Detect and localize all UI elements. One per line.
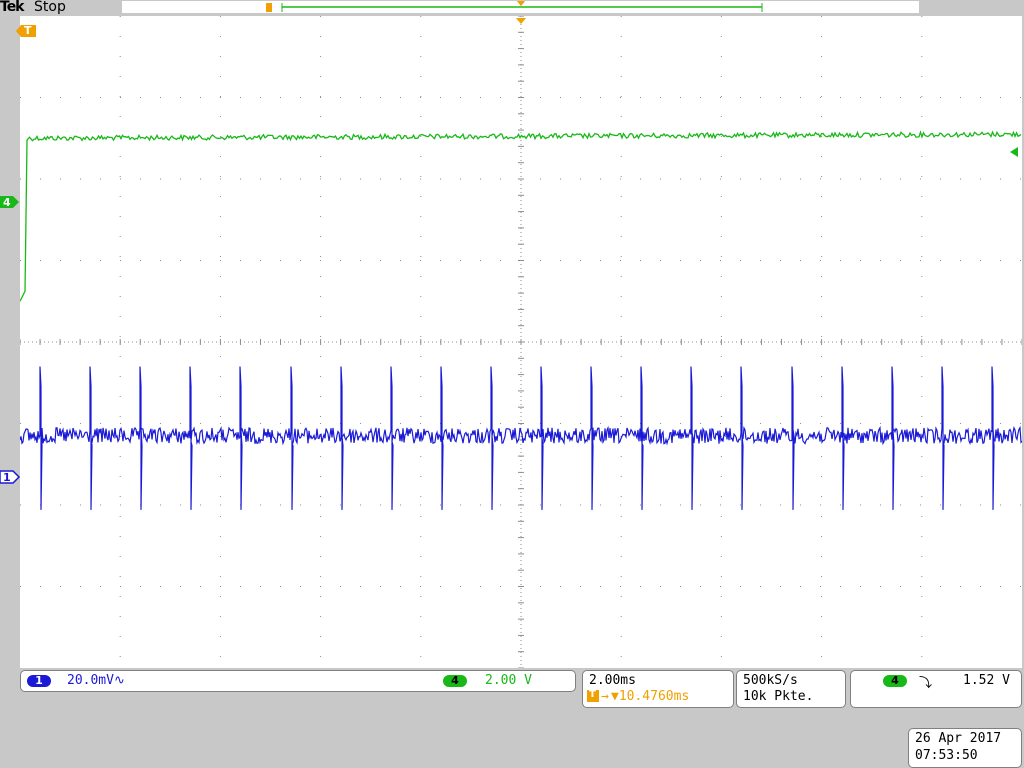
ch1-scale[interactable]: 20.0mV∿ bbox=[67, 673, 125, 688]
trigger-level[interactable]: 1.52 V bbox=[963, 673, 1010, 688]
status-bar: Tek Stop bbox=[0, 0, 1024, 16]
datetime-box: 26 Apr 2017 07:53:50 bbox=[908, 728, 1022, 768]
acquisition-readout-box[interactable]: 500kS/s 10k Pkte. bbox=[736, 670, 846, 708]
time-display: 07:53:50 bbox=[915, 748, 978, 763]
view-center-marker bbox=[517, 1, 525, 6]
ch1-marker-label: 1 bbox=[3, 471, 11, 484]
record-length[interactable]: 10k Pkte. bbox=[743, 689, 813, 704]
waveform-plot bbox=[20, 16, 1022, 668]
trigger-time-marker-label: T bbox=[24, 24, 32, 37]
trigger-offset-icon-label: T bbox=[589, 689, 596, 700]
run-state: Stop bbox=[34, 0, 66, 15]
timebase-readout-box[interactable]: 2.00ms T → ▼10.4760ms bbox=[582, 670, 734, 708]
falling-edge-icon[interactable]: ⤵ bbox=[919, 672, 932, 691]
trigger-arrow-icon: → bbox=[601, 689, 609, 704]
trigger-position-marker bbox=[266, 3, 272, 12]
trigger-offset[interactable]: ▼10.4760ms bbox=[611, 689, 689, 704]
date-display: 26 Apr 2017 bbox=[915, 731, 1002, 746]
ch4-marker-label: 4 bbox=[3, 196, 11, 209]
trigger-readout-box[interactable]: 4 ⤵ 1.52 V bbox=[850, 670, 1022, 708]
timebase-scale[interactable]: 2.00ms bbox=[589, 673, 636, 688]
channel-readout-box[interactable]: 1 20.0mV∿ 4 2.00 V bbox=[20, 670, 576, 692]
record-view-bar-graphic bbox=[266, 1, 763, 12]
brand-logo: Tek bbox=[0, 0, 24, 15]
ch4-badge[interactable]: 4 bbox=[443, 675, 467, 687]
trigger-source-badge[interactable]: 4 bbox=[883, 675, 907, 687]
ch4-scale[interactable]: 2.00 V bbox=[485, 673, 532, 688]
sample-rate[interactable]: 500kS/s bbox=[743, 673, 798, 688]
ch1-badge[interactable]: 1 bbox=[27, 675, 51, 687]
oscilloscope-display[interactable] bbox=[20, 16, 1022, 668]
record-view-bar[interactable] bbox=[122, 1, 919, 13]
